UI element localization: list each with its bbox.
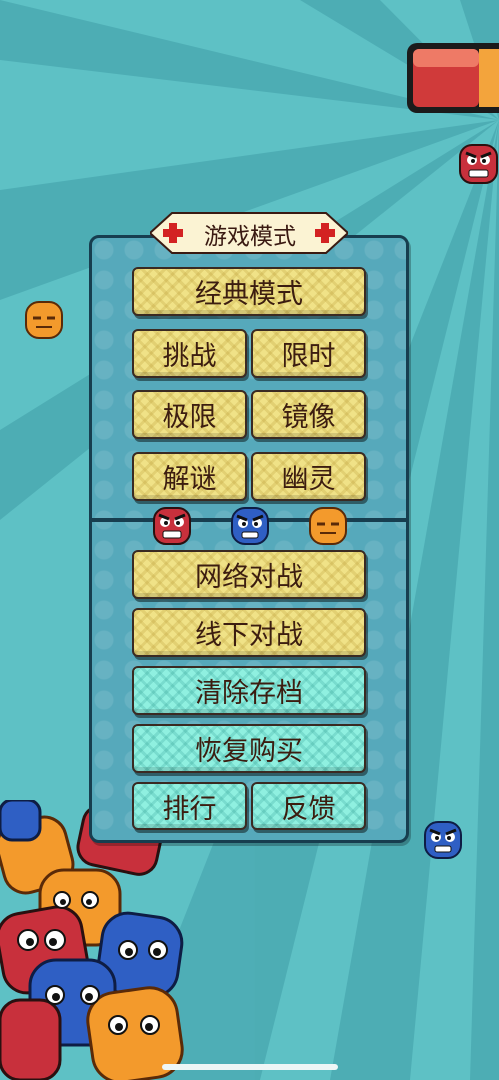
feedback-button[interactable]: 反馈 [251, 782, 366, 830]
progress-bar [407, 43, 499, 113]
clear-save-button[interactable]: 清除存档 [132, 666, 366, 715]
mirror-mode-button[interactable]: 镜像 [251, 390, 366, 439]
online-battle-button[interactable]: 网络对战 [132, 550, 366, 599]
ranking-button[interactable]: 排行 [132, 782, 247, 830]
puzzle-mode-button[interactable]: 解谜 [132, 452, 247, 501]
orange-blob-character [25, 301, 63, 339]
restore-purchase-button[interactable]: 恢复购买 [132, 724, 366, 773]
extreme-mode-button[interactable]: 极限 [132, 390, 247, 439]
blue-blob-character [424, 821, 462, 859]
home-indicator[interactable] [162, 1064, 338, 1070]
offline-battle-button[interactable]: 线下对战 [132, 608, 366, 657]
blue-blob-icon [231, 507, 269, 545]
red-blob-character [459, 144, 498, 184]
ghost-mode-button[interactable]: 幽灵 [251, 452, 366, 501]
challenge-mode-button[interactable]: 挑战 [132, 329, 247, 378]
red-blob-icon [153, 507, 191, 545]
orange-blob-icon [309, 507, 347, 545]
time-limit-mode-button[interactable]: 限时 [251, 329, 366, 378]
menu-title: 游戏模式 [204, 224, 296, 250]
classic-mode-button[interactable]: 经典模式 [132, 267, 366, 316]
